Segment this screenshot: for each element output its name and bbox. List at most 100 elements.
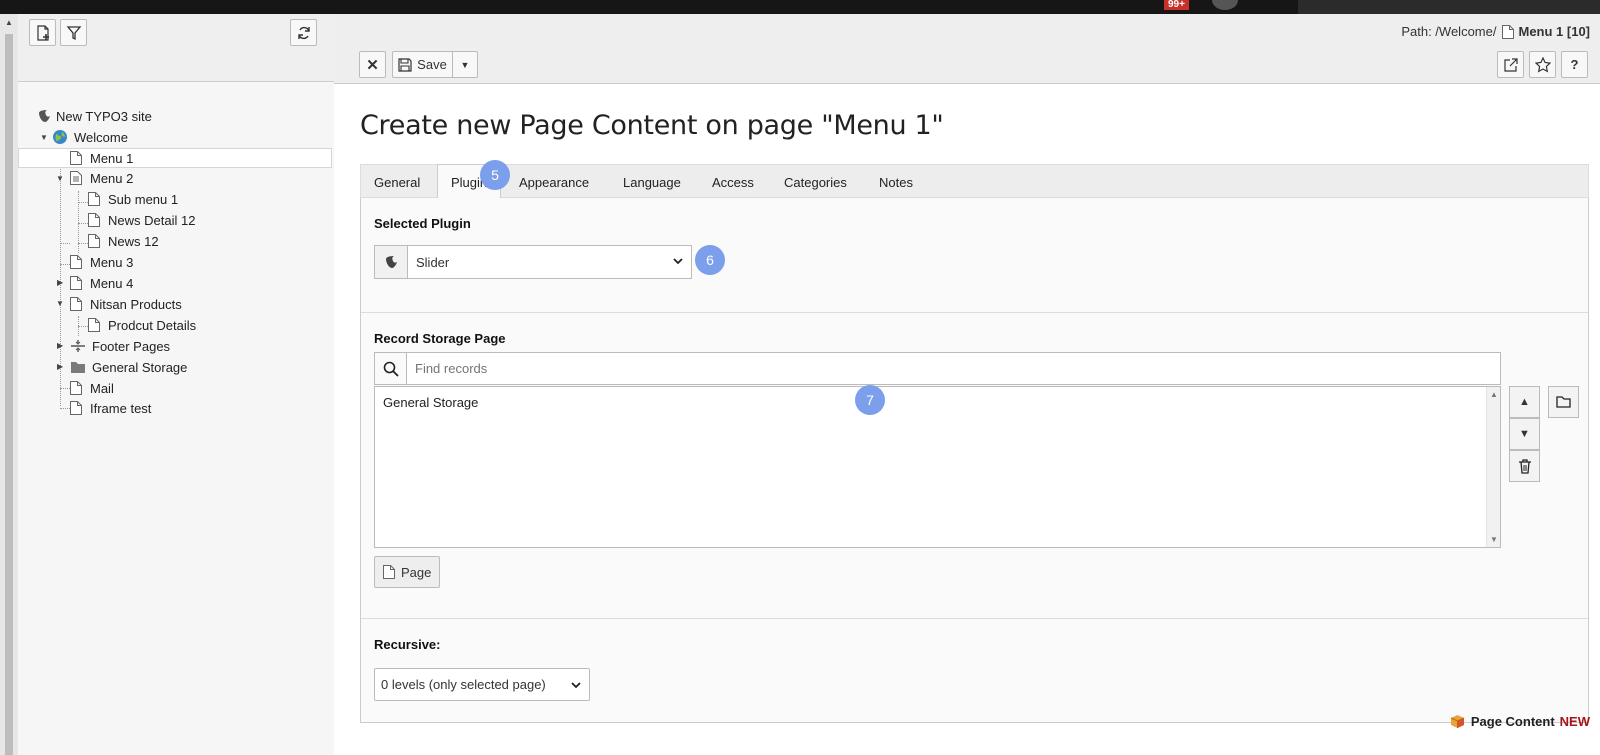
record-type-indicator: Page Content NEW [1450, 714, 1590, 729]
caret-down-icon: ▼ [460, 59, 470, 70]
tab-label: Language [623, 174, 681, 190]
tab-label: Categories [784, 174, 847, 190]
tree-item-menu-1[interactable]: Menu 1 [18, 148, 332, 168]
expand-icon[interactable]: ▶ [57, 278, 63, 287]
find-records-search[interactable] [374, 352, 1501, 385]
path-page: Menu 1 [10] [1518, 24, 1590, 39]
record-storage-list[interactable]: General Storage ▲ ▼ [374, 386, 1501, 548]
recursive-select-value: 0 levels (only selected page) [381, 677, 546, 692]
tab-appearance[interactable]: Appearance [519, 165, 589, 199]
expand-icon[interactable]: ▶ [57, 362, 63, 371]
trash-icon [1518, 458, 1531, 474]
save-button[interactable]: Save [392, 51, 452, 78]
tree-item-news-12[interactable]: News 12 [88, 231, 159, 251]
search-icon [383, 361, 399, 377]
tab-access[interactable]: Access [712, 165, 754, 199]
page-icon [1502, 24, 1515, 39]
help-button[interactable]: ? [1561, 51, 1588, 78]
tree-item-iframe-test[interactable]: Iframe test [70, 398, 151, 418]
collapse-icon[interactable]: ▼ [56, 174, 64, 183]
expand-icon[interactable]: ▶ [57, 341, 63, 350]
recursive-select[interactable]: 0 levels (only selected page) [374, 668, 590, 701]
doc-header: Path: /Welcome/ Menu 1 [10] ✕ Save ▼ ? [334, 14, 1600, 84]
tree-item-menu-3[interactable]: Menu 3 [70, 252, 133, 272]
add-page-label: Page [401, 564, 432, 580]
move-down-button[interactable]: ▼ [1509, 418, 1540, 450]
external-link-icon [1503, 57, 1518, 72]
plugin-select[interactable]: Slider [374, 245, 692, 279]
page-icon [88, 192, 100, 206]
section-divider [361, 618, 1588, 619]
tab-notes[interactable]: Notes [879, 165, 913, 199]
record-status-badge: NEW [1559, 714, 1590, 729]
page-tree-sidebar: New TYPO3 site ▼ Welcome Menu 1 ▼ Menu 2… [18, 14, 334, 755]
find-records-input[interactable] [407, 354, 1500, 383]
bookmark-button[interactable] [1529, 51, 1556, 78]
tree-line [78, 223, 88, 224]
refresh-button[interactable] [290, 19, 317, 46]
tree-line [60, 408, 70, 409]
tab-language[interactable]: Language [623, 165, 681, 199]
tree-root[interactable]: New TYPO3 site [36, 106, 152, 126]
spacer-icon [71, 340, 85, 352]
browse-records-button[interactable] [1548, 386, 1579, 418]
tree-item-news-detail-12[interactable]: News Detail 12 [88, 210, 195, 230]
tree-item-label: Menu 1 [90, 150, 134, 166]
page-icon [88, 318, 100, 332]
list-item[interactable]: General Storage [383, 395, 478, 410]
tree-item-prodcut-details[interactable]: Prodcut Details [88, 315, 196, 335]
tree-item-sub-menu-1[interactable]: Sub menu 1 [88, 189, 178, 209]
recursive-label: Recursive: [374, 637, 441, 652]
arrow-down-icon: ▼ [1519, 428, 1530, 440]
tree-item-welcome[interactable]: Welcome [52, 127, 128, 147]
scroll-up-icon[interactable]: ▲ [5, 18, 13, 27]
tab-categories[interactable]: Categories [784, 165, 847, 199]
page-icon [70, 255, 82, 269]
tree-item-label: Menu 2 [90, 170, 134, 186]
close-button[interactable]: ✕ [359, 51, 386, 78]
globe-icon [53, 130, 67, 144]
page-icon [70, 151, 82, 165]
tab-bar: General Plugin Appearance Language Acces… [360, 164, 1589, 199]
save-options-button[interactable]: ▼ [452, 51, 478, 78]
new-page-icon [36, 24, 49, 41]
left-scrollbar[interactable]: ▲ [0, 14, 18, 755]
tree-item-label: General Storage [92, 359, 188, 375]
filter-button[interactable] [60, 19, 87, 46]
tree-line [78, 326, 88, 327]
remove-button[interactable] [1509, 450, 1540, 482]
collapse-icon[interactable]: ▼ [56, 299, 64, 308]
page-list-icon [70, 171, 82, 185]
section-divider [361, 312, 1588, 313]
list-scrollbar[interactable]: ▲ ▼ [1486, 387, 1500, 547]
scroll-down-icon[interactable]: ▼ [1490, 535, 1498, 544]
avatar[interactable] [1212, 0, 1238, 10]
page-icon [70, 276, 82, 290]
open-new-window-button[interactable] [1497, 51, 1524, 78]
search-icon-cell [375, 353, 407, 384]
move-up-button[interactable]: ▲ [1509, 386, 1540, 418]
filter-icon [66, 25, 81, 40]
content-element-icon [1450, 715, 1465, 728]
tree-item-general-storage[interactable]: General Storage [70, 357, 187, 377]
tab-label: Appearance [519, 174, 590, 190]
tree-item-label: News Detail 12 [108, 212, 196, 228]
tree-item-menu-2[interactable]: Menu 2 [70, 168, 133, 188]
new-page-button[interactable] [29, 19, 56, 46]
tree-item-footer-pages[interactable]: Footer Pages [70, 336, 170, 356]
tree-item-nitsan-products[interactable]: Nitsan Products [70, 294, 182, 314]
page-icon [88, 234, 100, 248]
step-callout-5: 5 [480, 160, 510, 190]
page-tree-toolbar [18, 14, 334, 82]
add-page-button[interactable]: Page [374, 556, 441, 588]
close-icon: ✕ [366, 56, 379, 74]
notification-badge[interactable]: 99+ [1164, 0, 1189, 10]
tree-item-mail[interactable]: Mail [70, 378, 114, 398]
collapse-icon[interactable]: ▼ [40, 133, 48, 142]
scroll-up-icon[interactable]: ▲ [1490, 390, 1498, 399]
top-right-panel [1298, 0, 1600, 14]
record-type-label: Page Content [1470, 714, 1555, 729]
tree-item-menu-4[interactable]: Menu 4 [70, 273, 133, 293]
tab-general[interactable]: General [374, 165, 420, 199]
scrollbar-thumb[interactable] [5, 34, 13, 755]
